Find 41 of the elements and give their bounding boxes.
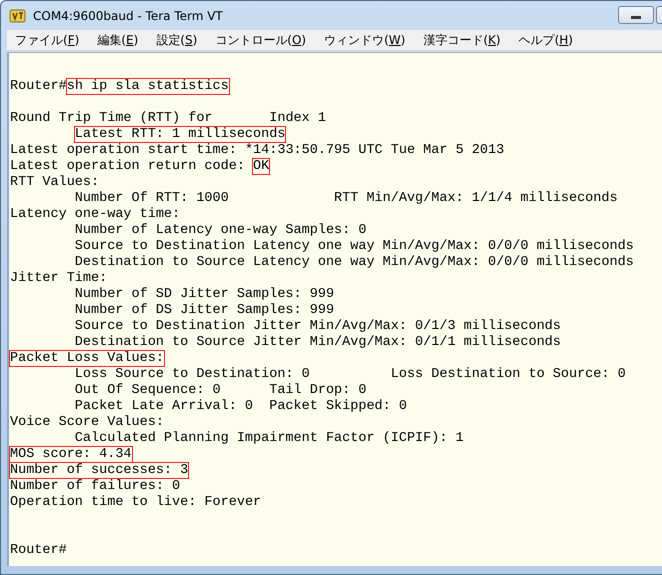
terminal-text: Source to Destination Jitter Min/Avg/Max: 0/1/3 milliseconds [74, 319, 561, 334]
window-title: COM4:9600baud - Tera Term VT [33, 8, 224, 22]
menu-item[interactable]: 漢字コード(K) [423, 32, 501, 48]
terminal-text: Round Trip Time (RTT) for Index 1 [10, 111, 326, 126]
terminal-text: Latency one-way time: [10, 207, 180, 222]
terminal-text: Router# [10, 543, 67, 558]
terminal-text: Router# [10, 79, 67, 94]
menu-item[interactable]: ヘルプ(H) [518, 32, 573, 48]
terminal-text: Destination to Source Latency one way Min/Avg/Max: 0/0/0 milliseconds [74, 255, 634, 270]
app-icon [9, 8, 27, 24]
menu-item[interactable]: ファイル(F) [15, 32, 80, 48]
terminal-text: Loss Source to Destination: 0 Loss Destination to Source: 0 [74, 367, 626, 382]
terminal-text: Jitter Time: [10, 271, 108, 286]
terminal-text: RTT Values: [10, 175, 100, 190]
menu-item[interactable]: 設定(S) [156, 32, 198, 48]
maximize-button[interactable] [656, 6, 662, 24]
terminal-text: sh ip sla statistics [66, 79, 229, 94]
minimize-icon [631, 16, 641, 19]
terminal-text: Number of SD Jitter Samples: 999 [74, 287, 334, 302]
terminal-text: Latest operation return code: [10, 159, 246, 174]
menu-item[interactable]: 編集(E) [97, 32, 138, 48]
terminal-text: Latest RTT: 1 milliseconds [74, 127, 286, 142]
minimize-button[interactable] [618, 6, 654, 24]
terminal-text: Calculated Planning Impairment Factor (ICPIF): 1 [74, 431, 464, 446]
terminal-text: OK [253, 159, 270, 174]
terminal-text: MOS score: 4.34 [10, 447, 132, 462]
terminal-text: Out Of Sequence: 0 Tail Drop: 0 [74, 383, 366, 398]
terminal-text: Operation time to live: Forever [10, 495, 262, 510]
terminal-text: Number of Latency one-way Samples: 0 [74, 223, 366, 238]
terminal-text: Number Of RTT: 1000 RTT Min/Avg/Max: 1/1/4 milliseconds [74, 191, 618, 206]
terminal-text: Packet Loss Values: [10, 351, 164, 366]
terminal-text: Number of failures: 0 [10, 479, 180, 494]
terminal-text: Voice Score Values: [10, 415, 164, 430]
terminal-text: Latest operation start time: *14:33:50.795 UTC Tue Mar 5 2013 [10, 143, 504, 158]
terminal-text: Destination to Source Jitter Min/Avg/Max: 0/1/1 milliseconds [74, 335, 561, 350]
terminal-text: Number of successes: 3 [10, 463, 188, 478]
terminal-text: Number of DS Jitter Samples: 999 [74, 303, 334, 318]
menu-item[interactable]: ウィンドウ(W) [324, 32, 406, 48]
terminal-text: Packet Late Arrival: 0 Packet Skipped: 0 [74, 399, 407, 414]
menu-item[interactable]: コントロール(O) [215, 32, 306, 48]
terminal-text: Source to Destination Latency one way Min/Avg/Max: 0/0/0 milliseconds [74, 239, 634, 254]
